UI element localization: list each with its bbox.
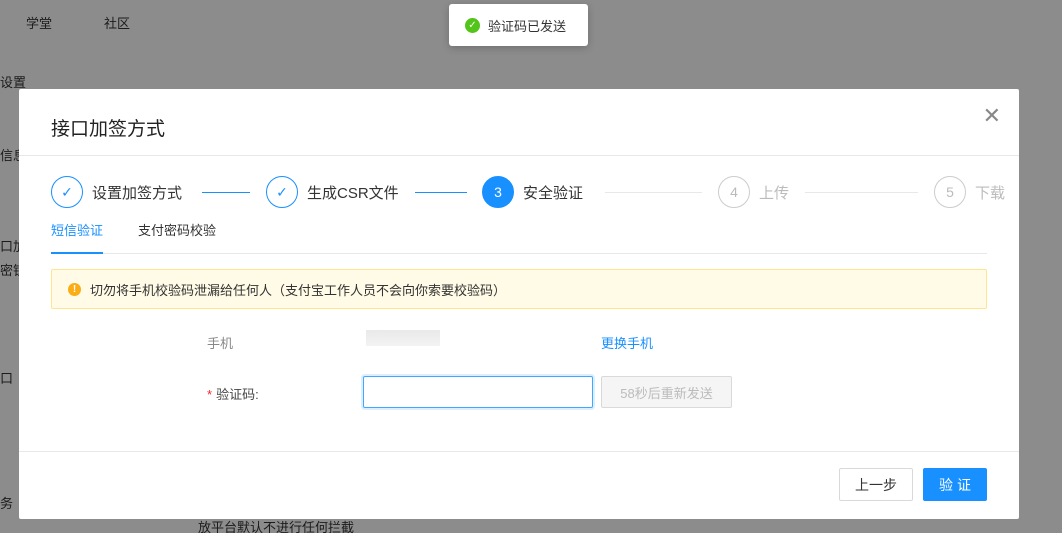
warning-alert: ! 切勿将手机校验码泄漏给任何人（支付宝工作人员不会向你索要校验码） [51, 269, 987, 309]
step-1: ✓ 设置加签方式 [51, 176, 182, 208]
step-label: 设置加签方式 [92, 184, 183, 202]
toast-message: ✓ 验证码已发送 [449, 4, 588, 46]
check-icon: ✓ [266, 176, 298, 208]
step-label: 下载 [975, 184, 1006, 202]
steps: ✓ 设置加签方式 ✓ 生成CSR文件 3 安全验证 4 上传 5 下载 [51, 176, 1005, 210]
verify-button[interactable]: 验证 [923, 468, 987, 501]
check-circle-icon: ✓ [465, 17, 480, 33]
step-5: 5 下载 [934, 176, 1005, 208]
tab-sms[interactable]: 短信验证 [51, 222, 104, 254]
tab-payment-password[interactable]: 支付密码校验 [138, 222, 216, 254]
step-label: 上传 [759, 184, 790, 202]
check-icon: ✓ [51, 176, 83, 208]
step-3: 3 安全验证 [482, 176, 583, 208]
step-label: 生成CSR文件 [307, 184, 399, 202]
modal-header: 接口加签方式 ✕ [19, 89, 1019, 156]
verification-code-input[interactable] [363, 376, 593, 408]
code-label: * 验证码: [207, 384, 259, 403]
step-label: 安全验证 [523, 184, 584, 202]
phone-label: 手机 [207, 336, 234, 351]
step-connector [605, 192, 702, 193]
close-icon[interactable]: ✕ [983, 105, 1001, 127]
modal-footer: 上一步 验证 [19, 451, 1019, 519]
step-number: 3 [482, 176, 514, 208]
change-phone-link[interactable]: 更换手机 [601, 333, 653, 352]
step-number: 4 [718, 176, 750, 208]
step-4: 4 上传 [718, 176, 789, 208]
modal-title: 接口加签方式 [51, 119, 166, 140]
required-mark: * [207, 387, 213, 402]
verification-tabs: 短信验证 支付密码校验 [51, 222, 987, 254]
warning-icon: ! [68, 282, 81, 296]
resend-code-button[interactable]: 58秒后重新发送 [601, 376, 732, 408]
alert-message: 切勿将手机校验码泄漏给任何人（支付宝工作人员不会向你索要校验码） [90, 282, 507, 298]
prev-step-button[interactable]: 上一步 [839, 468, 913, 501]
code-label-text: 验证码: [216, 387, 259, 402]
step-connector [202, 192, 250, 193]
step-connector [415, 192, 467, 193]
phone-number-masked [366, 330, 440, 346]
step-2: ✓ 生成CSR文件 [266, 176, 399, 208]
signing-method-modal: 接口加签方式 ✕ ✓ 设置加签方式 ✓ 生成CSR文件 3 安全验证 4 上传 … [19, 89, 1019, 519]
step-number: 5 [934, 176, 966, 208]
toast-text: 验证码已发送 [488, 18, 567, 34]
step-connector [805, 192, 918, 193]
